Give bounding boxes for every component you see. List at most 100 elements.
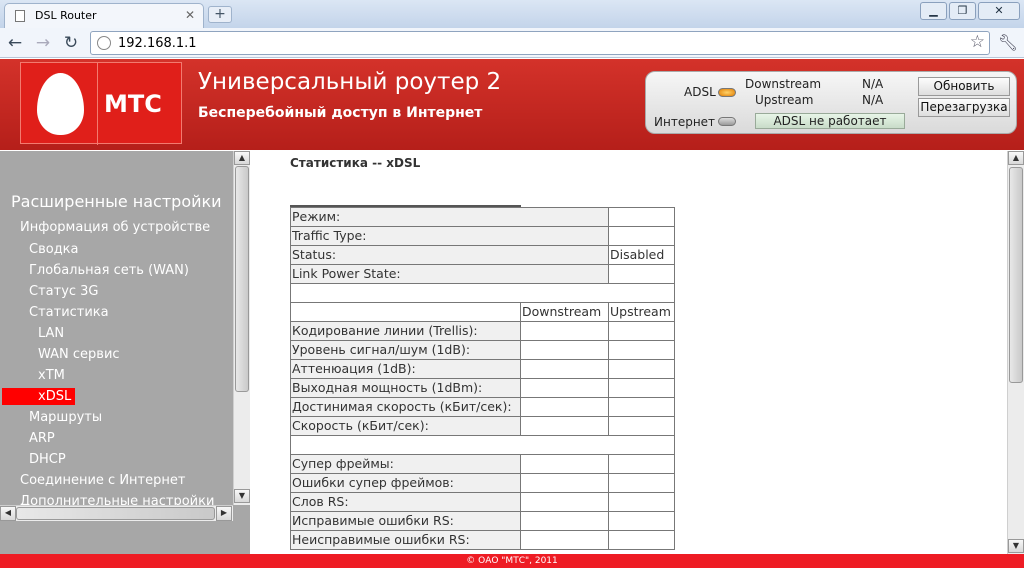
upstream-value: [608, 530, 675, 550]
table-cell: [290, 283, 675, 303]
upstream-value: [608, 416, 675, 436]
sidebar-item[interactable]: Статистика: [29, 305, 109, 320]
internet-label: Интернет: [654, 115, 716, 129]
stat-label: Режим:: [290, 207, 609, 227]
stat-label: Выходная мощность (1dBm):: [290, 378, 521, 398]
scroll-down-icon[interactable]: ▼: [234, 489, 250, 503]
stat-label: Ошибки супер фреймов:: [290, 473, 521, 493]
stat-label: Достинимая скорость (кБит/сек):: [290, 397, 521, 417]
sidebar-item[interactable]: Соединение с Интернет: [20, 473, 185, 488]
window-close-button[interactable]: ✕: [978, 2, 1020, 20]
egg-logo-icon: [37, 73, 84, 135]
table-row: [290, 283, 675, 303]
stat-label: Status:: [290, 245, 609, 265]
main-vscrollbar[interactable]: ▲ ▼: [1007, 151, 1024, 554]
sidebar-scroll-thumb[interactable]: [235, 166, 249, 392]
downstream-value: N/A: [862, 77, 884, 91]
sidebar-item[interactable]: Глобальная сеть (WAN): [29, 263, 189, 278]
stat-label: Неисправимые ошибки RS:: [290, 530, 521, 550]
column-header: Downstream: [520, 302, 609, 322]
sidebar-heading[interactable]: Расширенные настройки: [11, 192, 222, 211]
reboot-button[interactable]: Перезагрузка: [918, 98, 1010, 117]
scroll-down-icon[interactable]: ▼: [1008, 539, 1024, 553]
table-row: [290, 435, 675, 455]
xdsl-stats-table: Режим: Traffic Type: Status: Disabled Link P…: [290, 207, 675, 550]
sidebar-item[interactable]: Дополнительные настройки: [20, 494, 214, 505]
downstream-value: [520, 378, 609, 398]
sidebar-item[interactable]: Маршруты: [29, 410, 102, 425]
globe-icon: [97, 36, 111, 50]
sidebar-vscrollbar[interactable]: ▲ ▼: [233, 151, 250, 505]
main-scroll-thumb[interactable]: [1009, 167, 1023, 383]
sidebar-hscrollbar[interactable]: ◀ ▶: [0, 505, 233, 521]
table-row: Слов RS:: [290, 492, 675, 512]
stat-value: [608, 226, 675, 246]
upstream-value: [608, 359, 675, 379]
downstream-value: [520, 511, 609, 531]
sidebar-item[interactable]: LAN: [38, 326, 64, 341]
sidebar-item[interactable]: xDSL: [38, 389, 71, 404]
minimize-button[interactable]: ▁: [920, 2, 947, 20]
forward-icon[interactable]: →: [32, 32, 54, 54]
sidebar-hscroll-thumb[interactable]: [16, 507, 215, 520]
sidebar-item[interactable]: Информация об устройстве: [20, 220, 210, 235]
sidebar-item[interactable]: DHCP: [29, 452, 66, 467]
logo-text: МТС: [104, 90, 162, 118]
status-panel: ADSL Downstream Upstream N/A N/A Интерне…: [645, 71, 1017, 134]
section-title: Статистика -- xDSL: [290, 156, 421, 170]
adsl-led-icon: [718, 88, 736, 97]
table-row: Скорость (кБит/сек):: [290, 416, 675, 436]
address-url[interactable]: 192.168.1.1: [118, 36, 197, 51]
refresh-button[interactable]: Обновить: [918, 77, 1010, 96]
table-row: Ошибки супер фреймов:: [290, 473, 675, 493]
downstream-value: [520, 416, 609, 436]
stat-value: [608, 264, 675, 284]
router-header: МТС Универсальный роутер 2 Бесперебойный…: [0, 59, 1024, 150]
stat-label: Кодирование линии (Trellis):: [290, 321, 521, 341]
address-bar[interactable]: 192.168.1.1 ☆: [90, 31, 990, 55]
page-subtitle: Бесперебойный доступ в Интернет: [198, 105, 483, 121]
scroll-right-icon[interactable]: ▶: [216, 506, 232, 521]
table-row: Достинимая скорость (кБит/сек):: [290, 397, 675, 417]
main-content: Статистика -- xDSL Режим: Traffic Type: St…: [250, 151, 1007, 554]
downstream-value: [520, 454, 609, 474]
internet-led-icon: [718, 117, 736, 126]
new-tab-button[interactable]: +: [208, 6, 232, 23]
downstream-value: [520, 340, 609, 360]
scroll-left-icon[interactable]: ◀: [0, 506, 16, 521]
scroll-up-icon[interactable]: ▲: [1008, 151, 1024, 165]
table-row: Выходная мощность (1dBm):: [290, 378, 675, 398]
table-row: Link Power State:: [290, 264, 675, 284]
stat-label: Супер фреймы:: [290, 454, 521, 474]
stat-label: Link Power State:: [290, 264, 609, 284]
adsl-label: ADSL: [684, 85, 716, 99]
sidebar-item[interactable]: Статус 3G: [29, 284, 99, 299]
browser-tab[interactable]: DSL Router ✕: [4, 3, 204, 28]
sidebar-item[interactable]: WAN сервис: [38, 347, 120, 362]
upstream-value: [608, 340, 675, 360]
upstream-value: [608, 397, 675, 417]
reload-icon[interactable]: ↻: [60, 32, 82, 54]
downstream-value: [520, 321, 609, 341]
table-cell: [290, 435, 675, 455]
column-header: Upstream: [608, 302, 675, 322]
table-row: Уровень сигнал/шум (1dB):: [290, 340, 675, 360]
tab-title: DSL Router: [35, 9, 97, 22]
wrench-icon[interactable]: 🔧︎: [998, 33, 1018, 52]
star-icon[interactable]: ☆: [970, 32, 985, 52]
table-row: Супер фреймы:: [290, 454, 675, 474]
maximize-button[interactable]: ❐: [949, 2, 976, 20]
stat-label: Скорость (кБит/сек):: [290, 416, 521, 436]
sidebar-item[interactable]: Сводка: [29, 242, 79, 257]
upstream-value: [608, 473, 675, 493]
upstream-value: [608, 492, 675, 512]
scroll-up-icon[interactable]: ▲: [234, 151, 250, 165]
sidebar-item[interactable]: xTM: [38, 368, 65, 383]
close-icon[interactable]: ✕: [185, 8, 195, 22]
stat-value: Disabled: [608, 245, 675, 265]
upstream-value: [608, 378, 675, 398]
table-row: Status: Disabled: [290, 245, 675, 265]
downstream-value: [520, 530, 609, 550]
back-icon[interactable]: ←: [4, 32, 26, 54]
sidebar-item[interactable]: ARP: [29, 431, 55, 446]
